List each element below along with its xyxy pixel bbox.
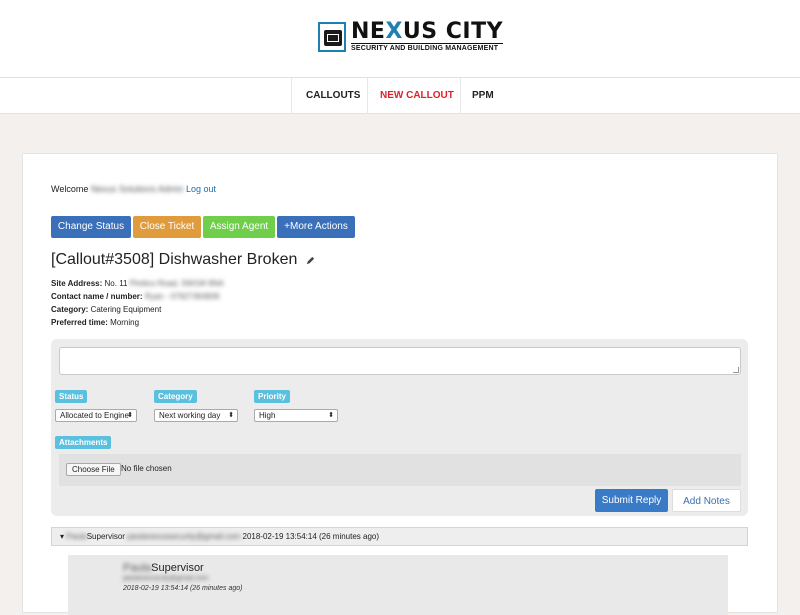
status-label: Status [55, 390, 88, 403]
choose-file-button[interactable]: Choose File [66, 463, 121, 476]
nav-item-callouts[interactable]: CALLOUTS [292, 78, 374, 114]
assign-agent-button[interactable]: Assign Agent [203, 216, 275, 238]
callout-panel: Welcome Nexus Solutions Admin Log out Ch… [22, 153, 778, 615]
entry-email: paulanexuscity@gmail.com [123, 575, 209, 582]
logo-mark-icon [318, 22, 346, 52]
more-actions-button[interactable]: +More Actions [277, 216, 355, 238]
priority-select[interactable]: High ⬍ [254, 409, 338, 422]
reply-message-textarea[interactable] [59, 347, 741, 375]
thread-header[interactable]: ▾ PaulaSupervisor paulanexussecurity@gma… [51, 527, 748, 546]
edit-pencil-icon[interactable] [306, 256, 315, 265]
add-notes-button[interactable]: Add Notes [672, 489, 741, 512]
change-status-button[interactable]: Change Status [51, 216, 131, 238]
category-label: Category [154, 390, 197, 403]
caret-down-icon[interactable]: ▾ [60, 532, 64, 541]
nav-item-ppm[interactable]: PPM [458, 78, 508, 114]
welcome-line: Welcome Nexus Solutions Admin Log out [51, 184, 216, 194]
brand-tagline: SECURITY AND BUILDING MANAGEMENT [351, 43, 504, 53]
callout-title: [Callout#3508] Dishwasher Broken [51, 251, 298, 268]
file-status-text: No file chosen [121, 464, 172, 473]
status-select[interactable]: Allocated to Engine ⬍ [55, 409, 137, 422]
submit-reply-button[interactable]: Submit Reply [595, 489, 668, 512]
select-arrows-icon: ⬍ [328, 412, 334, 419]
select-arrows-icon: ⬍ [127, 412, 133, 419]
select-arrows-icon: ⬍ [228, 412, 234, 419]
attachments-area: Choose File No file chosen [59, 454, 741, 486]
category-info: Category: Catering Equipment [51, 305, 162, 314]
preferred-time-info: Preferred time: Morning [51, 318, 140, 327]
entry-author: PaulaSupervisor [123, 562, 204, 574]
user-name: Nexus Solutions Admin [90, 184, 184, 194]
thread-entry: PaulaSupervisor paulanexuscity@gmail.com… [68, 555, 728, 615]
reply-form: Status Allocated to Engine ⬍ Category Nex… [51, 339, 748, 516]
site-address: Site Address: No. 11 Pimlico Road, SW1W … [51, 279, 224, 288]
entry-timestamp: 2018-02-19 13:54:14 (26 minutes ago) [123, 585, 243, 592]
nav-item-new-callout[interactable]: NEW CALLOUT [366, 78, 468, 114]
main-nav: CALLOUTS NEW CALLOUT PPM [0, 78, 800, 114]
contact-info: Contact name / number: Ryan - 0792736383… [51, 292, 220, 301]
category-select[interactable]: Next working day ⬍ [154, 409, 238, 422]
attachments-label: Attachments [55, 436, 112, 449]
site-header: NEXUS CITY SECURITY AND BUILDING MANAGEM… [0, 0, 800, 78]
priority-label: Priority [254, 390, 291, 403]
close-ticket-button[interactable]: Close Ticket [133, 216, 201, 238]
logout-link[interactable]: Log out [186, 184, 216, 194]
brand-name: NEXUS CITY [351, 19, 504, 44]
resize-grip-icon[interactable] [733, 367, 739, 373]
brand-logo[interactable]: NEXUS CITY SECURITY AND BUILDING MANAGEM… [318, 19, 504, 54]
